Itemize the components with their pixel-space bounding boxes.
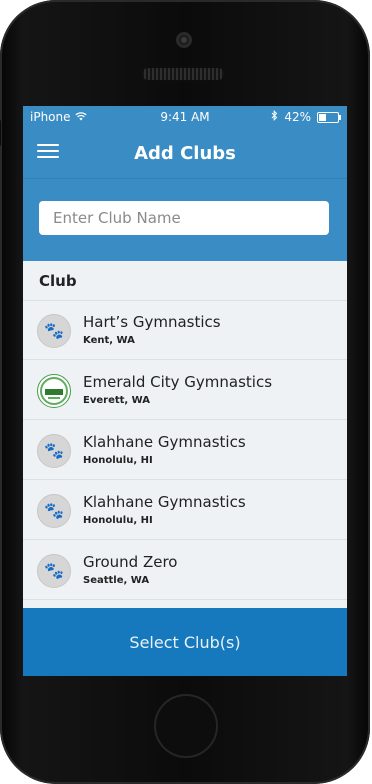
paw-placeholder-icon: 🐾 (37, 314, 71, 348)
club-row[interactable]: 🐾 Ground Zero Seattle, WA (23, 540, 347, 600)
paw-placeholder-icon: 🐾 (37, 554, 71, 588)
club-row[interactable]: 🐾 Klahhane Gymnastics Honolulu, HI (23, 480, 347, 540)
select-clubs-button[interactable]: Select Club(s) (23, 608, 347, 676)
page-title: Add Clubs (134, 143, 236, 164)
club-location: Seattle, WA (83, 575, 150, 586)
club-row[interactable]: Emerald City Gymnastics Everett, WA (23, 360, 347, 420)
volume-button (0, 120, 1, 146)
club-row[interactable]: 🐾 Hart’s Gymnastics Kent, WA (23, 300, 347, 360)
club-name: Klahhane Gymnastics (83, 433, 246, 451)
bluetooth-icon (271, 109, 278, 124)
club-name: Emerald City Gymnastics (83, 373, 273, 391)
battery-percent: 42% (284, 110, 311, 124)
club-location: Honolulu, HI (83, 455, 153, 466)
home-button[interactable] (154, 694, 218, 758)
battery-icon (317, 111, 341, 123)
paw-placeholder-icon: 🐾 (37, 434, 71, 468)
club-name: Hart’s Gymnastics (83, 313, 221, 331)
search-area (23, 178, 347, 261)
club-list: 🐾 Hart’s Gymnastics Kent, WA Emerald Cit… (23, 300, 347, 600)
club-list-header: Club (23, 260, 347, 301)
app-screen: iPhone 9:41 AM 42% Add Clubs Enter Club … (23, 106, 347, 676)
front-camera (176, 32, 192, 48)
club-location: Honolulu, HI (83, 515, 153, 526)
club-search-input[interactable] (39, 201, 329, 235)
club-name: Ground Zero (83, 553, 178, 571)
club-location: Kent, WA (83, 335, 135, 346)
club-name: Klahhane Gymnastics (83, 493, 246, 511)
emerald-city-logo (37, 374, 71, 408)
paw-placeholder-icon: 🐾 (37, 494, 71, 528)
status-bar: iPhone 9:41 AM 42% (23, 106, 347, 128)
navigation-bar: Add Clubs (23, 128, 347, 178)
club-location: Everett, WA (83, 395, 151, 406)
earpiece-speaker (140, 66, 226, 82)
club-column-label: Club (39, 272, 77, 290)
phone-frame: iPhone 9:41 AM 42% Add Clubs Enter Club … (0, 0, 370, 784)
club-row[interactable]: 🐾 Klahhane Gymnastics Honolulu, HI (23, 420, 347, 480)
